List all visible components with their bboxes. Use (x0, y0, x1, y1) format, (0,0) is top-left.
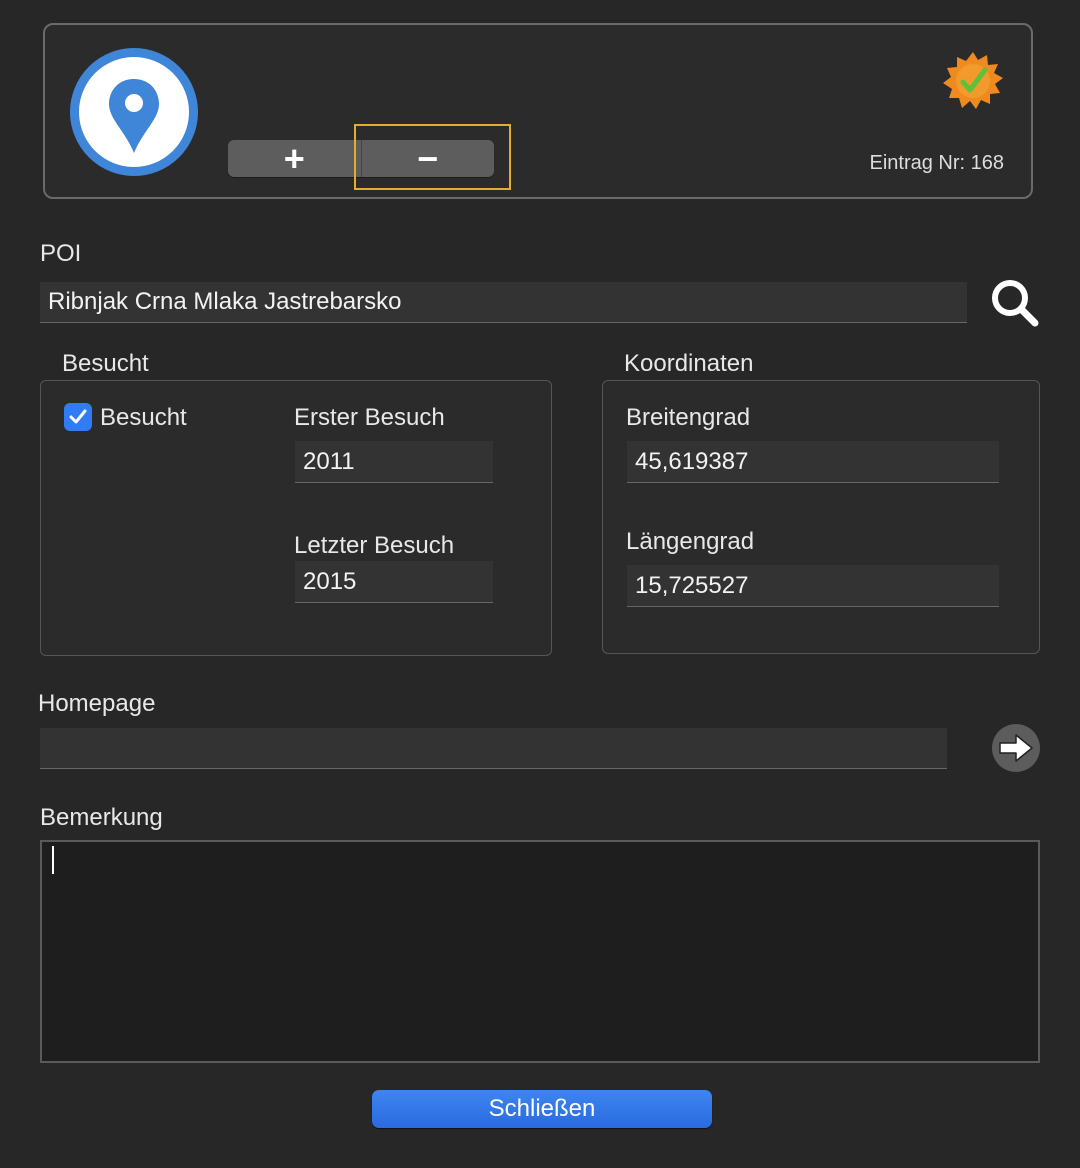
verified-badge-icon (943, 52, 1003, 112)
last-visit-label: Letzter Besuch (294, 532, 455, 559)
besucht-group-title: Besucht (62, 350, 149, 377)
text-caret (52, 846, 54, 874)
latitude-label: Breitengrad (626, 404, 751, 431)
last-visit-field[interactable] (295, 561, 493, 603)
search-icon[interactable] (988, 278, 1042, 328)
poi-name-field[interactable] (40, 282, 967, 323)
focus-ring (354, 124, 511, 190)
entry-number-label: Eintrag Nr: 168 (869, 152, 1004, 174)
first-visit-label: Erster Besuch (294, 404, 445, 431)
visited-checkbox[interactable] (64, 403, 92, 431)
first-visit-field[interactable] (295, 441, 493, 483)
longitude-label: Längengrad (626, 528, 755, 555)
arrow-right-icon[interactable] (992, 724, 1040, 772)
homepage-field[interactable] (40, 728, 947, 769)
remark-textarea[interactable] (40, 840, 1040, 1063)
homepage-label: Homepage (38, 690, 156, 717)
close-button[interactable]: Schließen (372, 1090, 712, 1128)
map-pin-icon (70, 48, 198, 176)
add-entry-button[interactable]: + (228, 140, 361, 177)
coordinates-group-title: Koordinaten (624, 350, 754, 377)
poi-label: POI (40, 240, 82, 267)
visited-checkbox-label: Besucht (100, 404, 187, 431)
longitude-field[interactable] (627, 565, 999, 607)
remark-label: Bemerkung (40, 804, 163, 831)
latitude-field[interactable] (627, 441, 999, 483)
